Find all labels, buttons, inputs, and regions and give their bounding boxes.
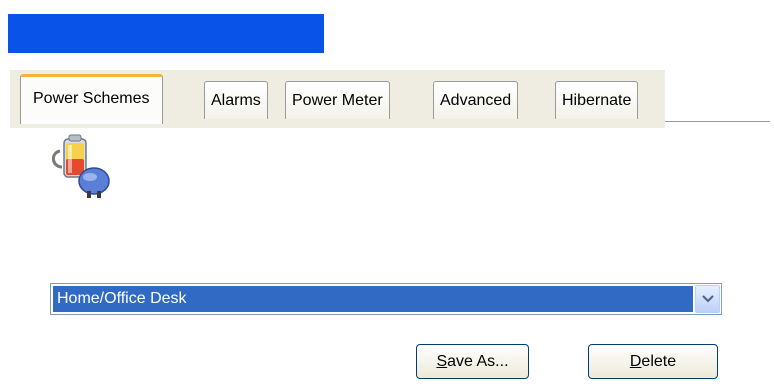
tab-panel-border	[665, 121, 770, 122]
battery-power-plug-icon	[52, 134, 110, 198]
tab-hibernate[interactable]: Hibernate	[555, 81, 639, 119]
title-bar	[8, 14, 324, 53]
save-as-button[interactable]: Save As...	[416, 344, 529, 379]
delete-button[interactable]: Delete	[588, 344, 718, 379]
tab-alarms[interactable]: Alarms	[204, 81, 268, 119]
power-scheme-select[interactable]: Home/Office Desk	[50, 283, 722, 315]
chevron-down-icon	[701, 295, 714, 303]
tab-advanced[interactable]: Advanced	[433, 81, 519, 119]
tab-power-schemes[interactable]: Power Schemes	[20, 74, 163, 124]
power-scheme-selected-value: Home/Office Desk	[53, 286, 693, 312]
dropdown-arrow-button[interactable]	[695, 285, 720, 313]
tab-power-meter[interactable]: Power Meter	[285, 81, 390, 119]
